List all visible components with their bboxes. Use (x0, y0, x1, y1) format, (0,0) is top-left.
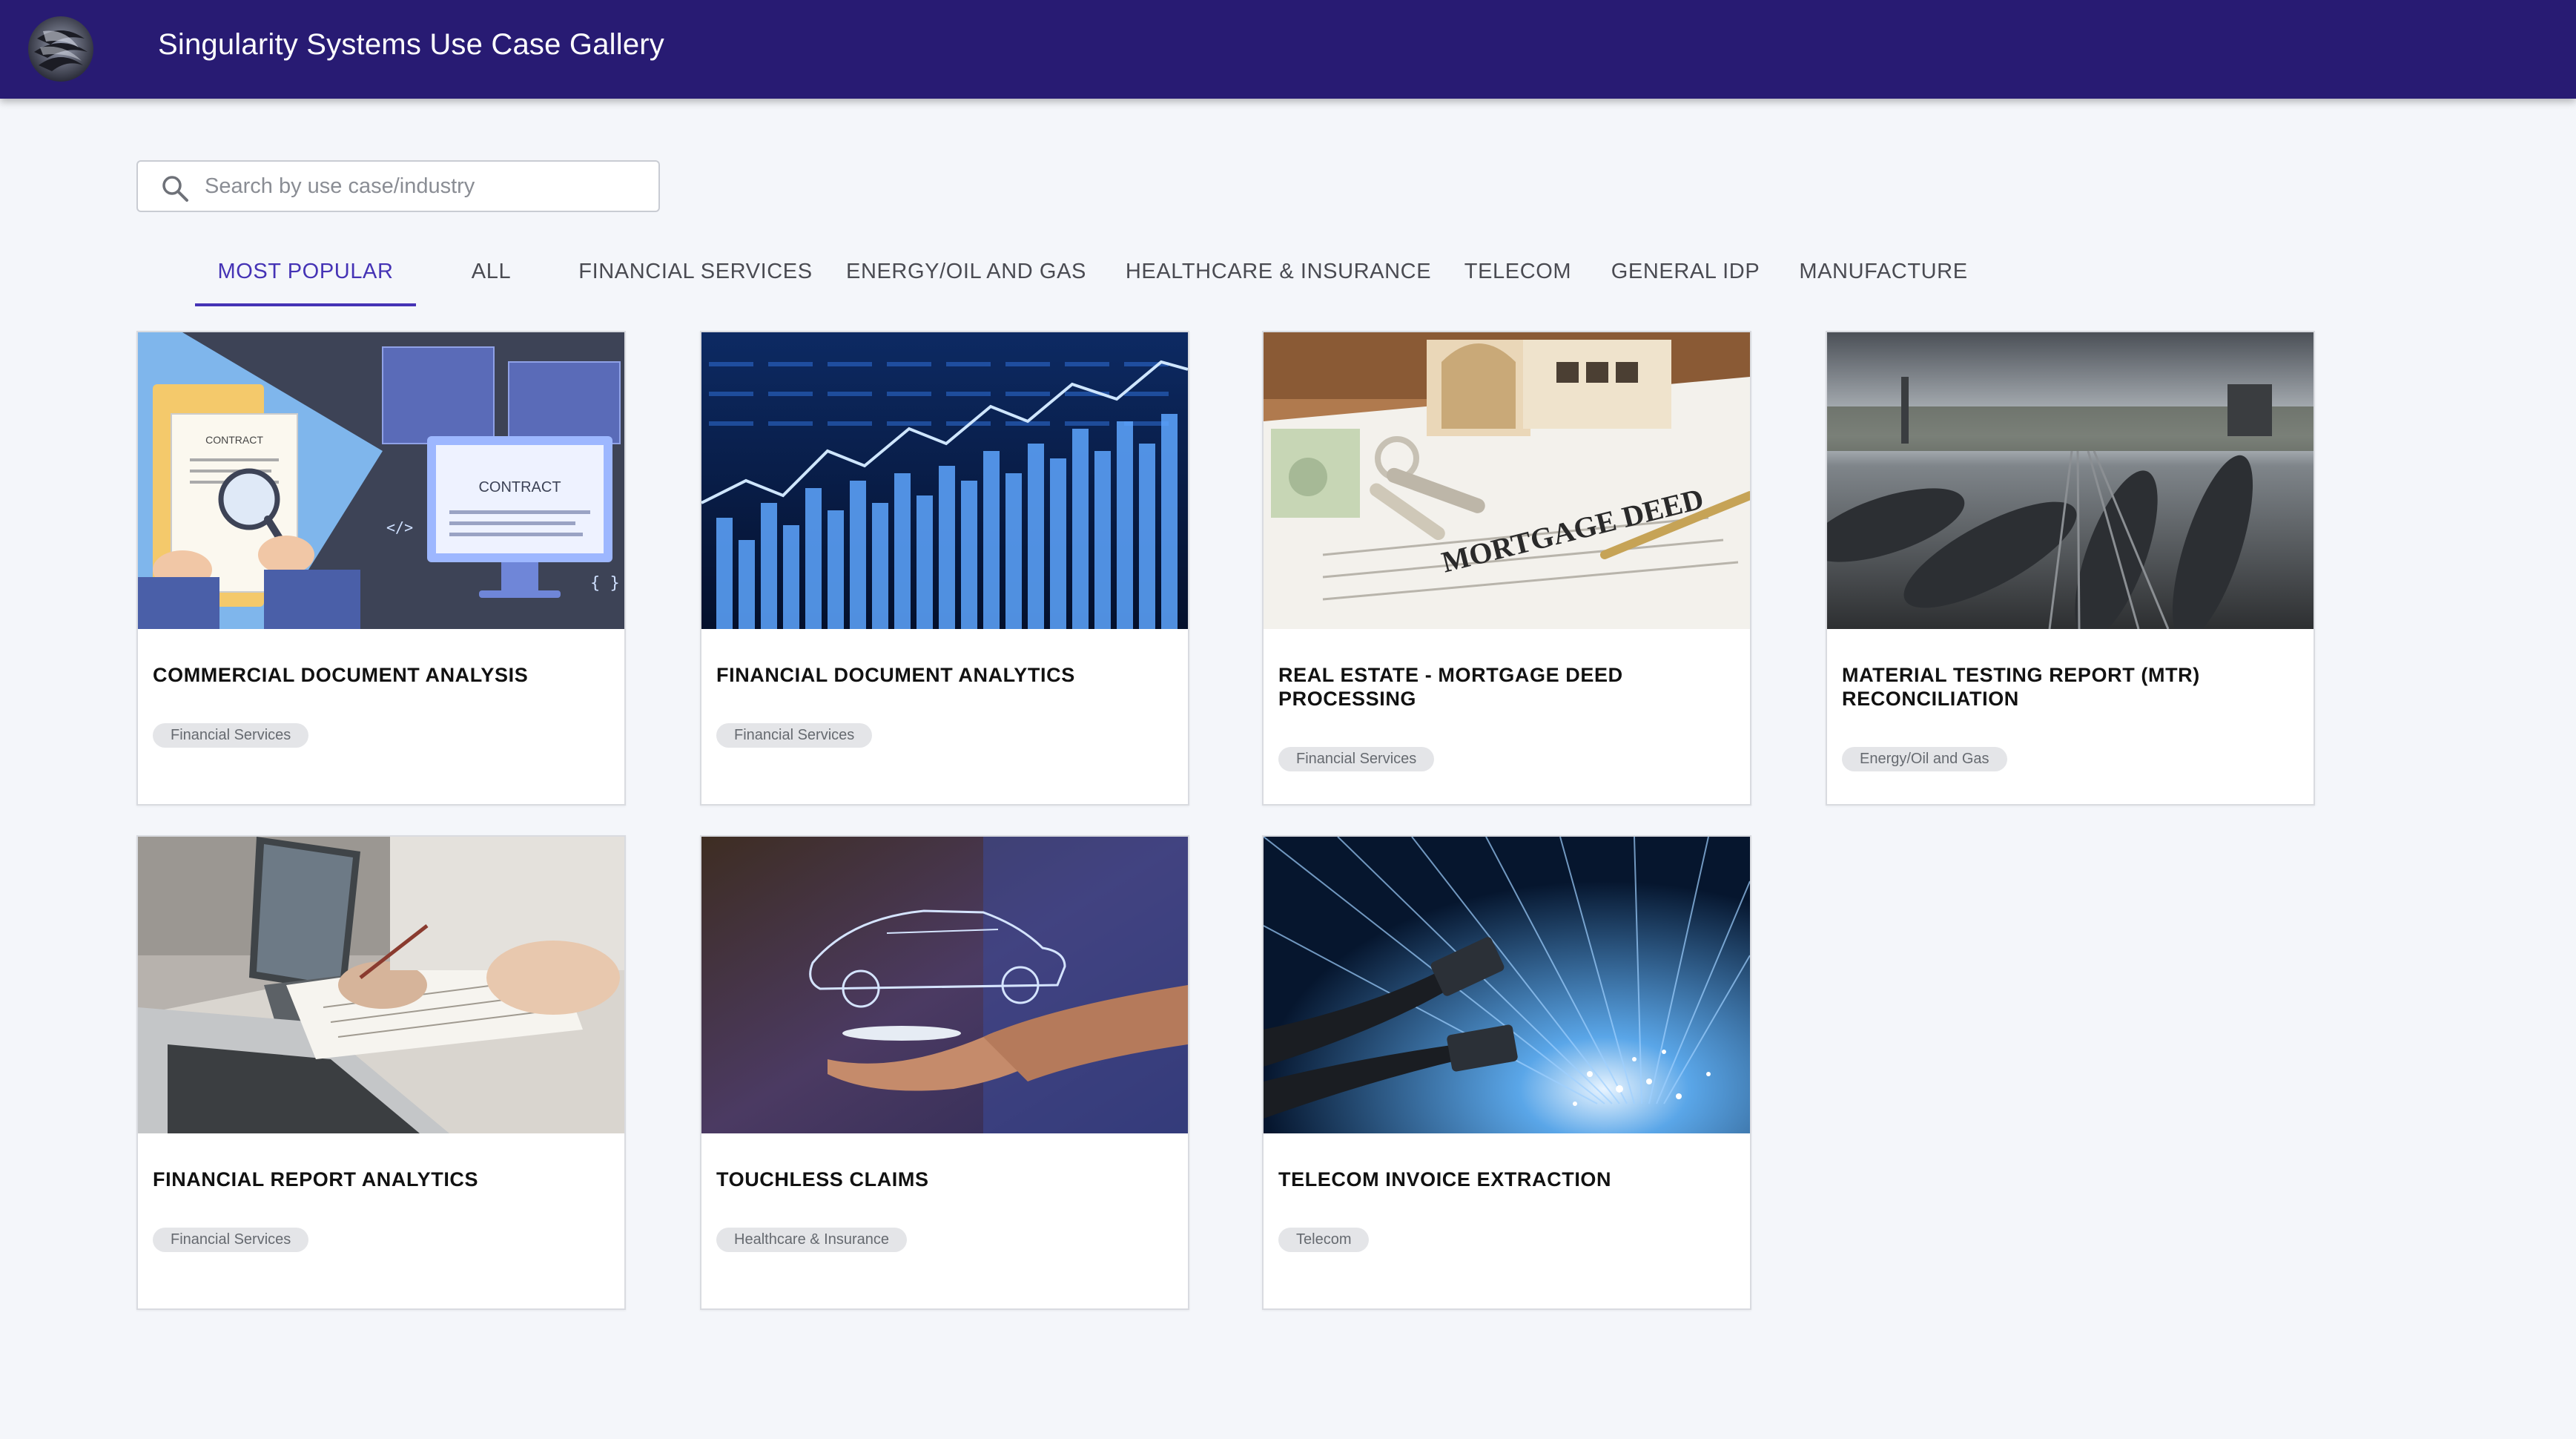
tab-healthcare-insurance[interactable]: HEALTHCARE & INSURANCE (1108, 237, 1449, 306)
svg-text:</>: </> (386, 518, 413, 536)
tab-general-idp[interactable]: GENERAL IDP (1587, 237, 1784, 306)
svg-text:{ }: { } (590, 574, 620, 593)
card-title: FINANCIAL REPORT ANALYTICS (153, 1168, 479, 1191)
mortgage-deed-photo: MORTGAGE DEED (1264, 332, 1750, 629)
tab-energy-oil-and-gas[interactable]: ENERGY/OIL AND GAS (825, 237, 1108, 306)
laptop-meeting-photo (138, 837, 624, 1133)
industry-tag: Financial Services (153, 1228, 309, 1252)
tab-telecom[interactable]: TELECOM (1449, 237, 1587, 306)
app-bar: Singularity Systems Use Case Gallery (0, 0, 2576, 99)
image-text-contract-paper: CONTRACT (205, 434, 263, 446)
active-tab-indicator (195, 303, 416, 306)
image-text-contract-screen: CONTRACT (478, 479, 561, 495)
use-case-card-real-estate-mortgage-deed-processing[interactable]: MORTGAGE DEED REAL ESTATE - MORTGAGE DEE… (1262, 331, 1751, 806)
use-case-card-material-testing-report-reconciliation[interactable]: MATERIAL TESTING REPORT (MTR) RECONCILIA… (1826, 331, 2315, 806)
use-case-card-telecom-invoice-extraction[interactable]: TELECOM INVOICE EXTRACTION Telecom (1262, 835, 1751, 1310)
industry-tag: Energy/Oil and Gas (1842, 747, 2007, 771)
card-title: COMMERCIAL DOCUMENT ANALYSIS (153, 664, 529, 686)
search-icon (160, 174, 190, 203)
industry-tag: Financial Services (716, 723, 873, 748)
card-title: FINANCIAL DOCUMENT ANALYTICS (716, 664, 1075, 686)
contract-illustration: CONTRACT CONTRACT </> { } (138, 332, 624, 629)
search-box[interactable] (136, 160, 660, 212)
industry-tag: Financial Services (1278, 747, 1435, 771)
use-case-card-financial-report-analytics[interactable]: FINANCIAL REPORT ANALYTICS Financial Ser… (136, 835, 626, 1310)
card-title: TOUCHLESS CLAIMS (716, 1168, 929, 1191)
use-case-card-touchless-claims[interactable]: TOUCHLESS CLAIMS Healthcare & Insurance (700, 835, 1189, 1310)
tab-most-popular[interactable]: MOST POPULAR (195, 237, 416, 306)
tab-financial-services[interactable]: FINANCIAL SERVICES (567, 237, 825, 306)
fiber-optic-photo (1264, 837, 1750, 1133)
card-title: MATERIAL TESTING REPORT (MTR) RECONCILIA… (1842, 664, 2200, 710)
car-hologram-photo (701, 837, 1188, 1133)
logo-icon[interactable] (21, 9, 101, 89)
app-title: Singularity Systems Use Case Gallery (158, 28, 664, 61)
use-case-card-financial-document-analytics[interactable]: FINANCIAL DOCUMENT ANALYTICS Financial S… (700, 331, 1189, 806)
tab-manufacture[interactable]: MANUFACTURE (1784, 237, 1983, 306)
tab-all[interactable]: ALL (416, 237, 567, 306)
card-title: TELECOM INVOICE EXTRACTION (1278, 1168, 1612, 1191)
industry-tag: Telecom (1278, 1228, 1370, 1252)
card-title: REAL ESTATE - MORTGAGE DEED PROCESSING (1278, 664, 1623, 710)
industry-tag: Financial Services (153, 723, 309, 748)
search-input[interactable] (205, 162, 642, 211)
stock-chart-photo (701, 332, 1188, 629)
use-case-card-commercial-document-analysis[interactable]: CONTRACT CONTRACT </> { } COMMERCIAL DOC… (136, 331, 626, 806)
rail-tank-cars-photo (1827, 332, 2314, 629)
industry-tag: Healthcare & Insurance (716, 1228, 908, 1252)
